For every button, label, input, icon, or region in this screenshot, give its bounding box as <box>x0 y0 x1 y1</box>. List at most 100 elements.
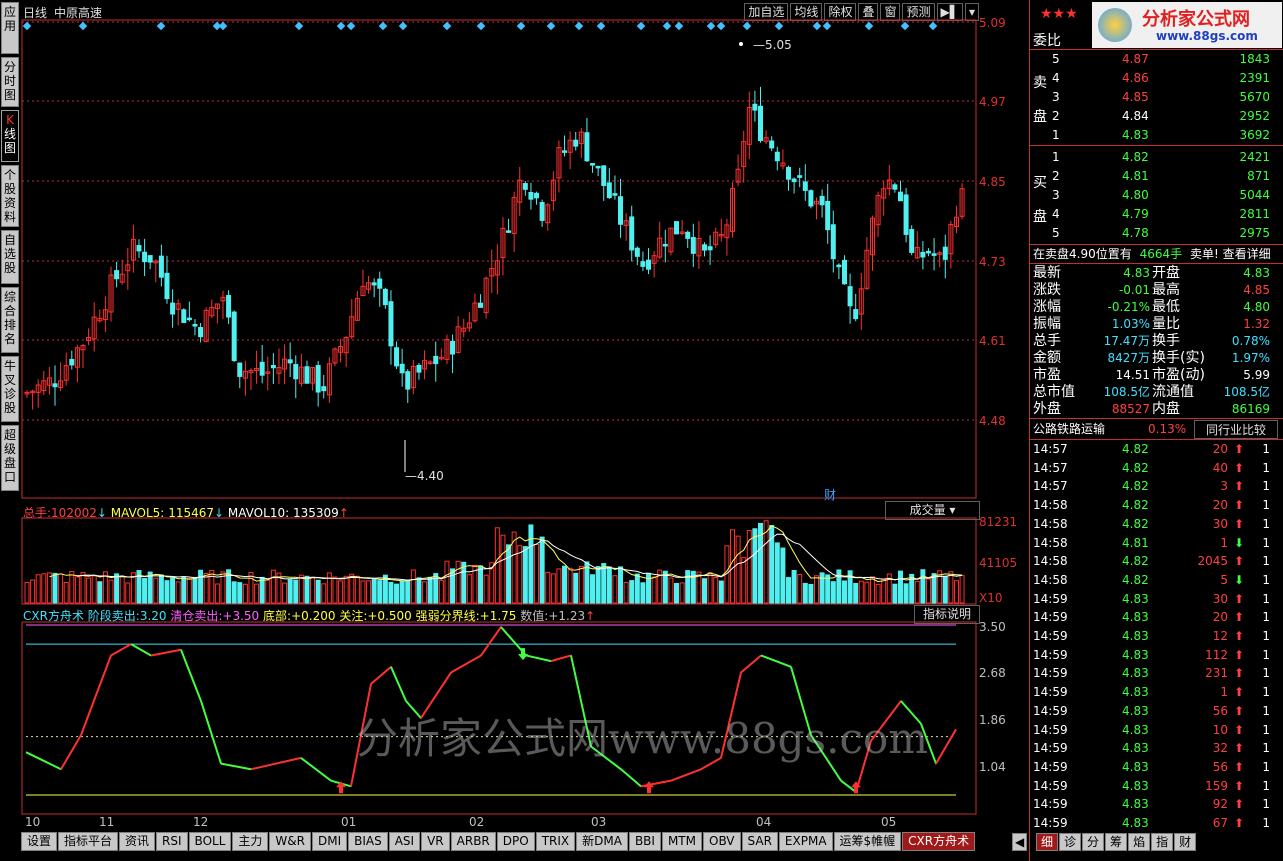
kline-chart[interactable] <box>21 0 1029 830</box>
finance-marker[interactable]: 财 <box>824 486 836 503</box>
indicator-tab[interactable]: ASI <box>388 832 421 851</box>
candle <box>640 261 646 267</box>
month-label: 12 <box>193 815 209 829</box>
volume-bar <box>539 536 545 604</box>
right-tab[interactable]: 分 <box>1082 833 1105 851</box>
arrow-up-icon: ⬆ <box>1233 516 1244 531</box>
indicator-tab[interactable]: BBI <box>628 832 661 851</box>
candle <box>685 231 691 239</box>
tab-diagnosis[interactable]: 牛叉诊股 <box>1 356 19 422</box>
volume-bar <box>595 566 601 604</box>
indicator-tab[interactable]: CXR方舟术 <box>902 832 976 851</box>
price-tick: 4.73 <box>979 255 1006 269</box>
quote-row: 外盘 88527 内盘 86169 <box>1033 401 1270 417</box>
candle <box>259 361 265 376</box>
indicator-tab[interactable]: 设置 <box>21 832 58 851</box>
volume-bar <box>237 582 243 604</box>
indicator-tab[interactable]: RSI <box>156 832 188 851</box>
indicator-tab[interactable]: DPO <box>496 832 535 851</box>
volume-bar <box>360 580 366 604</box>
volume-bar <box>640 582 646 604</box>
volume-bar <box>24 581 30 604</box>
candle <box>405 371 411 390</box>
tab-kline[interactable]: K线图 <box>1 110 19 162</box>
candle <box>198 327 204 338</box>
volume-dropdown[interactable]: 成交量 ▾ <box>885 501 980 520</box>
candle <box>595 165 601 169</box>
arrow-down-icon: ⬇ <box>1233 572 1244 587</box>
volume-bar <box>41 573 47 604</box>
indicator-tab[interactable]: OBV <box>703 832 741 851</box>
right-tab[interactable]: 指 <box>1151 833 1174 851</box>
indicator-explain-button[interactable]: 指标说明 <box>914 605 980 624</box>
volume-bar <box>892 583 898 604</box>
right-tab[interactable]: 财 <box>1174 833 1197 851</box>
volume-bar <box>500 534 506 604</box>
arrow-up-icon: ⬆ <box>1233 703 1244 718</box>
volume-bar <box>864 581 870 604</box>
high-marker-label: —5.05 <box>753 38 792 52</box>
month-label: 03 <box>591 815 607 829</box>
big-order-notice[interactable]: 在卖盘4.90位置有 4664手 卖单! 查看详细 <box>1030 245 1283 263</box>
volume-bar <box>293 579 299 604</box>
indicator-tab[interactable]: 资讯 <box>119 832 156 851</box>
arrow-up-icon: ⬆ <box>1233 591 1244 606</box>
tick-row: 14:58 4.82 30 ⬆ 1 <box>1033 516 1270 531</box>
indicator-tab[interactable]: TRIX <box>535 832 576 851</box>
indicator-tab[interactable]: BIAS <box>348 832 388 851</box>
candle <box>164 272 170 300</box>
indicator-segment <box>590 745 622 771</box>
indicator-tab[interactable]: W&R <box>269 832 311 851</box>
indicator-tab[interactable]: SAR <box>741 832 778 851</box>
indicator-segment <box>300 757 332 782</box>
indicator-tab[interactable]: DMI <box>311 832 348 851</box>
volume-bar <box>808 583 814 604</box>
candle <box>791 178 797 183</box>
tick-row: 14:57 4.82 40 ⬆ 1 <box>1033 460 1270 475</box>
right-tab[interactable]: 筹 <box>1105 833 1128 851</box>
tab-apps[interactable]: 应用 <box>1 2 19 54</box>
indicator-tab[interactable]: 新DMA <box>576 832 628 851</box>
volume-bar <box>354 575 360 604</box>
indicator-tab[interactable]: 主力 <box>232 832 269 851</box>
right-tab[interactable]: 细 <box>1036 833 1059 851</box>
volume-bar <box>522 546 528 604</box>
indicator-tab[interactable]: VR <box>421 832 450 851</box>
candle <box>942 246 948 260</box>
candle <box>797 175 803 178</box>
volume-bar <box>35 574 41 604</box>
indicator-tab[interactable]: 指标平台 <box>58 832 119 851</box>
right-tab[interactable]: 焰 <box>1128 833 1151 851</box>
quote-row: 总市值 108.5亿 流通值 108.5亿 <box>1033 384 1270 400</box>
candle <box>674 221 680 235</box>
tab-intraday[interactable]: 分时图 <box>1 57 19 107</box>
indicator-tab[interactable]: ARBR <box>450 832 496 851</box>
volume-bar <box>662 570 668 604</box>
indicator-tab[interactable]: 运筹$帷幄 <box>833 832 902 851</box>
indicator-tab[interactable]: EXPMA <box>778 832 833 851</box>
indicator-pane-frame <box>21 621 977 815</box>
candle <box>371 282 377 286</box>
tab-ranking[interactable]: 综合排名 <box>1 287 19 353</box>
candle <box>931 253 937 256</box>
candle <box>702 244 708 251</box>
indicator-tab[interactable]: BOLL <box>188 832 232 851</box>
indicator-tab[interactable]: MTM <box>661 832 702 851</box>
right-tab[interactable]: 诊 <box>1059 833 1082 851</box>
chevron-left-icon[interactable]: ◀ <box>1012 833 1028 851</box>
quote-row: 市盈 14.51 市盈(动) 5.99 <box>1033 367 1270 383</box>
tab-level2[interactable]: 超级盘口 <box>1 425 19 491</box>
month-label: 11 <box>99 815 115 829</box>
industry-compare-button[interactable]: 同行业比较 <box>1194 420 1278 439</box>
volume-bar <box>903 583 909 604</box>
volume-bar <box>438 579 444 604</box>
bid-level-row: 5 4.78 2975 <box>1052 226 1270 240</box>
tick-row: 14:58 4.81 1 ⬇ 1 <box>1033 535 1270 550</box>
tab-watchlist[interactable]: 自选股 <box>1 230 19 284</box>
volume-bar <box>80 571 86 604</box>
volume-bar <box>797 574 803 604</box>
indicator-segment <box>60 734 82 770</box>
price-tick: 4.61 <box>979 334 1006 348</box>
tab-profile[interactable]: 个股资料 <box>1 165 19 227</box>
candle <box>399 363 405 374</box>
